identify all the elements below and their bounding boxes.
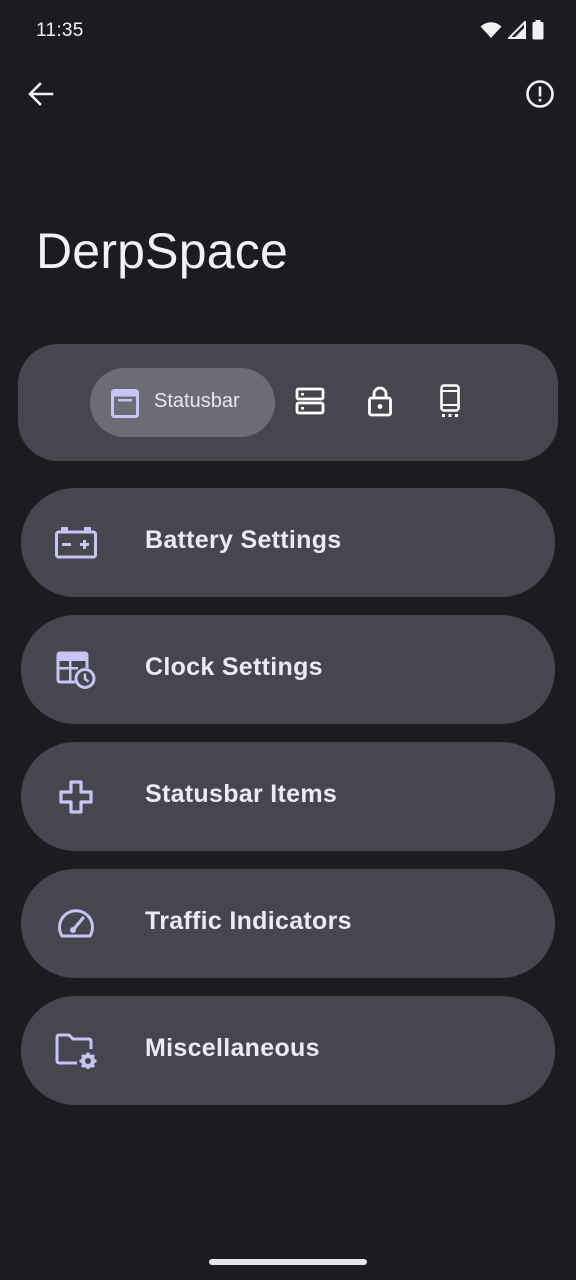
status-time: 11:35 [36,20,84,41]
statusbar-icon [109,387,141,419]
tab-device[interactable] [430,383,470,423]
traffic-indicators-label: Traffic Indicators [145,907,352,935]
arrow-left-icon [27,80,55,113]
phone-icon [439,383,461,423]
tab-statusbar-label: Statusbar [154,390,240,412]
back-button[interactable] [17,72,65,120]
screen: 11:35 DerpSpace Statusbar Battery Settin… [0,0,576,1280]
wifi-icon [480,21,502,44]
clock-settings-label: Clock Settings [145,653,323,681]
clock-calendar-icon [55,649,97,691]
statusbar-items-label: Statusbar Items [145,780,338,808]
lock-icon [367,385,393,422]
battery-settings-label: Battery Settings [145,526,342,554]
tab-quick-settings[interactable] [290,383,330,423]
page-title: DerpSpace [36,223,288,279]
battery-plus-icon [55,522,97,564]
battery-settings-card[interactable]: Battery Settings [21,488,555,597]
plus-outline-icon [55,776,97,818]
miscellaneous-label: Miscellaneous [145,1034,320,1062]
traffic-indicators-card[interactable]: Traffic Indicators [21,869,555,978]
gesture-navigation-bar[interactable] [209,1259,367,1265]
battery-icon [532,20,544,45]
section-tabs: Statusbar [18,344,558,461]
tab-lockscreen[interactable] [360,383,400,423]
folder-settings-icon [55,1030,97,1072]
info-button[interactable] [516,72,564,120]
quick-settings-icon [295,387,325,420]
tab-statusbar[interactable]: Statusbar [90,368,275,437]
alert-circle-icon [525,79,555,114]
clock-settings-card[interactable]: Clock Settings [21,615,555,724]
speedometer-icon [55,903,97,945]
status-icons [480,19,544,45]
miscellaneous-card[interactable]: Miscellaneous [21,996,555,1105]
signal-icon [506,19,526,44]
statusbar-items-card[interactable]: Statusbar Items [21,742,555,851]
status-bar: 11:35 [0,0,576,64]
